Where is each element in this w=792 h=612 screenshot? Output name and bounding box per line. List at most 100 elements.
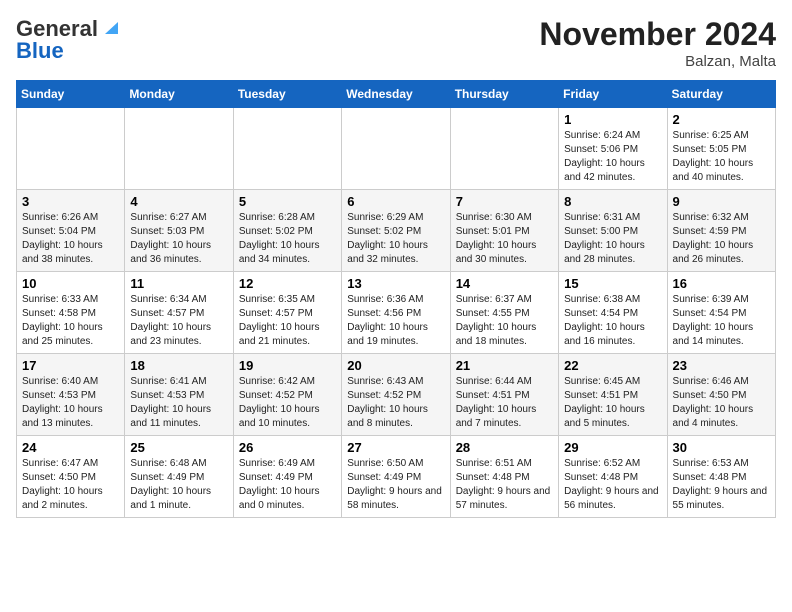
calendar-cell [17, 108, 125, 190]
day-info: Sunrise: 6:42 AM Sunset: 4:52 PM Dayligh… [239, 375, 336, 431]
calendar-cell [450, 108, 558, 190]
day-number: 12 [239, 276, 336, 291]
day-number: 30 [673, 440, 770, 455]
day-info: Sunrise: 6:30 AM Sunset: 5:01 PM Dayligh… [456, 211, 553, 267]
day-info: Sunrise: 6:34 AM Sunset: 4:57 PM Dayligh… [130, 293, 227, 349]
day-info: Sunrise: 6:48 AM Sunset: 4:49 PM Dayligh… [130, 457, 227, 513]
calendar-cell: 9 Sunrise: 6:32 AM Sunset: 4:59 PM Daylig… [667, 190, 775, 272]
day-number: 13 [347, 276, 444, 291]
day-number: 8 [564, 194, 661, 209]
day-number: 10 [22, 276, 119, 291]
day-info: Sunrise: 6:53 AM Sunset: 4:48 PM Dayligh… [673, 457, 770, 513]
week-row-1: 1 Sunrise: 6:24 AM Sunset: 5:06 PM Daylig… [17, 108, 776, 190]
day-info: Sunrise: 6:37 AM Sunset: 4:55 PM Dayligh… [456, 293, 553, 349]
day-info: Sunrise: 6:32 AM Sunset: 4:59 PM Dayligh… [673, 211, 770, 267]
column-header-tuesday: Tuesday [233, 81, 341, 108]
column-header-sunday: Sunday [17, 81, 125, 108]
day-number: 18 [130, 358, 227, 373]
day-number: 22 [564, 358, 661, 373]
day-info: Sunrise: 6:36 AM Sunset: 4:56 PM Dayligh… [347, 293, 444, 349]
day-number: 7 [456, 194, 553, 209]
calendar-cell: 8Sunrise: 6:31 AM Sunset: 5:00 PM Daylig… [559, 190, 667, 272]
calendar-cell: 28 Sunrise: 6:51 AM Sunset: 4:48 PM Dayli… [450, 436, 558, 518]
calendar-cell: 13 Sunrise: 6:36 AM Sunset: 4:56 PM Dayli… [342, 272, 450, 354]
calendar-cell: 5 Sunrise: 6:28 AM Sunset: 5:02 PM Daylig… [233, 190, 341, 272]
day-info: Sunrise: 6:41 AM Sunset: 4:53 PM Dayligh… [130, 375, 227, 431]
day-number: 11 [130, 276, 227, 291]
calendar-cell: 2Sunrise: 6:25 AM Sunset: 5:05 PM Daylig… [667, 108, 775, 190]
day-info: Sunrise: 6:38 AM Sunset: 4:54 PM Dayligh… [564, 293, 661, 349]
calendar-cell: 20 Sunrise: 6:43 AM Sunset: 4:52 PM Dayli… [342, 354, 450, 436]
day-info: Sunrise: 6:51 AM Sunset: 4:48 PM Dayligh… [456, 457, 553, 513]
calendar-cell: 6 Sunrise: 6:29 AM Sunset: 5:02 PM Daylig… [342, 190, 450, 272]
calendar-body: 1 Sunrise: 6:24 AM Sunset: 5:06 PM Daylig… [17, 108, 776, 518]
day-info: Sunrise: 6:28 AM Sunset: 5:02 PM Dayligh… [239, 211, 336, 267]
day-number: 19 [239, 358, 336, 373]
calendar-cell: 11 Sunrise: 6:34 AM Sunset: 4:57 PM Dayli… [125, 272, 233, 354]
column-header-saturday: Saturday [667, 81, 775, 108]
day-number: 1 [564, 112, 661, 127]
calendar-cell [233, 108, 341, 190]
calendar-table: SundayMondayTuesdayWednesdayThursdayFrid… [16, 80, 776, 518]
day-number: 3 [22, 194, 119, 209]
column-header-thursday: Thursday [450, 81, 558, 108]
calendar-cell: 24Sunrise: 6:47 AM Sunset: 4:50 PM Dayli… [17, 436, 125, 518]
calendar-cell [125, 108, 233, 190]
calendar-cell [342, 108, 450, 190]
day-info: Sunrise: 6:44 AM Sunset: 4:51 PM Dayligh… [456, 375, 553, 431]
day-info: Sunrise: 6:49 AM Sunset: 4:49 PM Dayligh… [239, 457, 336, 513]
header: General Blue November 2024 Balzan, Malta [16, 16, 776, 70]
day-number: 5 [239, 194, 336, 209]
logo-blue-text: Blue [16, 38, 64, 64]
column-header-wednesday: Wednesday [342, 81, 450, 108]
day-info: Sunrise: 6:46 AM Sunset: 4:50 PM Dayligh… [673, 375, 770, 431]
day-info: Sunrise: 6:52 AM Sunset: 4:48 PM Dayligh… [564, 457, 661, 513]
week-row-5: 24Sunrise: 6:47 AM Sunset: 4:50 PM Dayli… [17, 436, 776, 518]
day-info: Sunrise: 6:27 AM Sunset: 5:03 PM Dayligh… [130, 211, 227, 267]
day-number: 25 [130, 440, 227, 455]
calendar-cell: 1 Sunrise: 6:24 AM Sunset: 5:06 PM Daylig… [559, 108, 667, 190]
calendar-header-row: SundayMondayTuesdayWednesdayThursdayFrid… [17, 81, 776, 108]
calendar-cell: 29Sunrise: 6:52 AM Sunset: 4:48 PM Dayli… [559, 436, 667, 518]
day-number: 27 [347, 440, 444, 455]
day-info: Sunrise: 6:45 AM Sunset: 4:51 PM Dayligh… [564, 375, 661, 431]
week-row-4: 17Sunrise: 6:40 AM Sunset: 4:53 PM Dayli… [17, 354, 776, 436]
calendar-cell: 16 Sunrise: 6:39 AM Sunset: 4:54 PM Dayli… [667, 272, 775, 354]
calendar-cell: 4 Sunrise: 6:27 AM Sunset: 5:03 PM Daylig… [125, 190, 233, 272]
day-number: 24 [22, 440, 119, 455]
day-number: 6 [347, 194, 444, 209]
day-number: 21 [456, 358, 553, 373]
location: Balzan, Malta [539, 53, 776, 70]
calendar-cell: 19 Sunrise: 6:42 AM Sunset: 4:52 PM Dayli… [233, 354, 341, 436]
day-number: 2 [673, 112, 770, 127]
calendar-cell: 7 Sunrise: 6:30 AM Sunset: 5:01 PM Daylig… [450, 190, 558, 272]
calendar-cell: 25 Sunrise: 6:48 AM Sunset: 4:49 PM Dayli… [125, 436, 233, 518]
day-number: 26 [239, 440, 336, 455]
logo: General Blue [16, 16, 118, 64]
day-number: 20 [347, 358, 444, 373]
week-row-3: 10Sunrise: 6:33 AM Sunset: 4:58 PM Dayli… [17, 272, 776, 354]
calendar-cell: 30 Sunrise: 6:53 AM Sunset: 4:48 PM Dayli… [667, 436, 775, 518]
calendar-cell: 27Sunrise: 6:50 AM Sunset: 4:49 PM Dayli… [342, 436, 450, 518]
day-info: Sunrise: 6:39 AM Sunset: 4:54 PM Dayligh… [673, 293, 770, 349]
logo-icon [100, 18, 118, 36]
calendar-cell: 15Sunrise: 6:38 AM Sunset: 4:54 PM Dayli… [559, 272, 667, 354]
calendar-cell: 17Sunrise: 6:40 AM Sunset: 4:53 PM Dayli… [17, 354, 125, 436]
day-info: Sunrise: 6:24 AM Sunset: 5:06 PM Dayligh… [564, 129, 661, 185]
day-number: 4 [130, 194, 227, 209]
title-area: November 2024 Balzan, Malta [539, 16, 776, 70]
calendar-cell: 22 Sunrise: 6:45 AM Sunset: 4:51 PM Dayli… [559, 354, 667, 436]
day-number: 16 [673, 276, 770, 291]
calendar-cell: 26 Sunrise: 6:49 AM Sunset: 4:49 PM Dayli… [233, 436, 341, 518]
day-number: 9 [673, 194, 770, 209]
day-number: 23 [673, 358, 770, 373]
column-header-friday: Friday [559, 81, 667, 108]
day-number: 28 [456, 440, 553, 455]
day-info: Sunrise: 6:29 AM Sunset: 5:02 PM Dayligh… [347, 211, 444, 267]
day-info: Sunrise: 6:40 AM Sunset: 4:53 PM Dayligh… [22, 375, 119, 431]
month-title: November 2024 [539, 16, 776, 53]
day-info: Sunrise: 6:26 AM Sunset: 5:04 PM Dayligh… [22, 211, 119, 267]
day-number: 14 [456, 276, 553, 291]
calendar-cell: 12Sunrise: 6:35 AM Sunset: 4:57 PM Dayli… [233, 272, 341, 354]
day-info: Sunrise: 6:43 AM Sunset: 4:52 PM Dayligh… [347, 375, 444, 431]
